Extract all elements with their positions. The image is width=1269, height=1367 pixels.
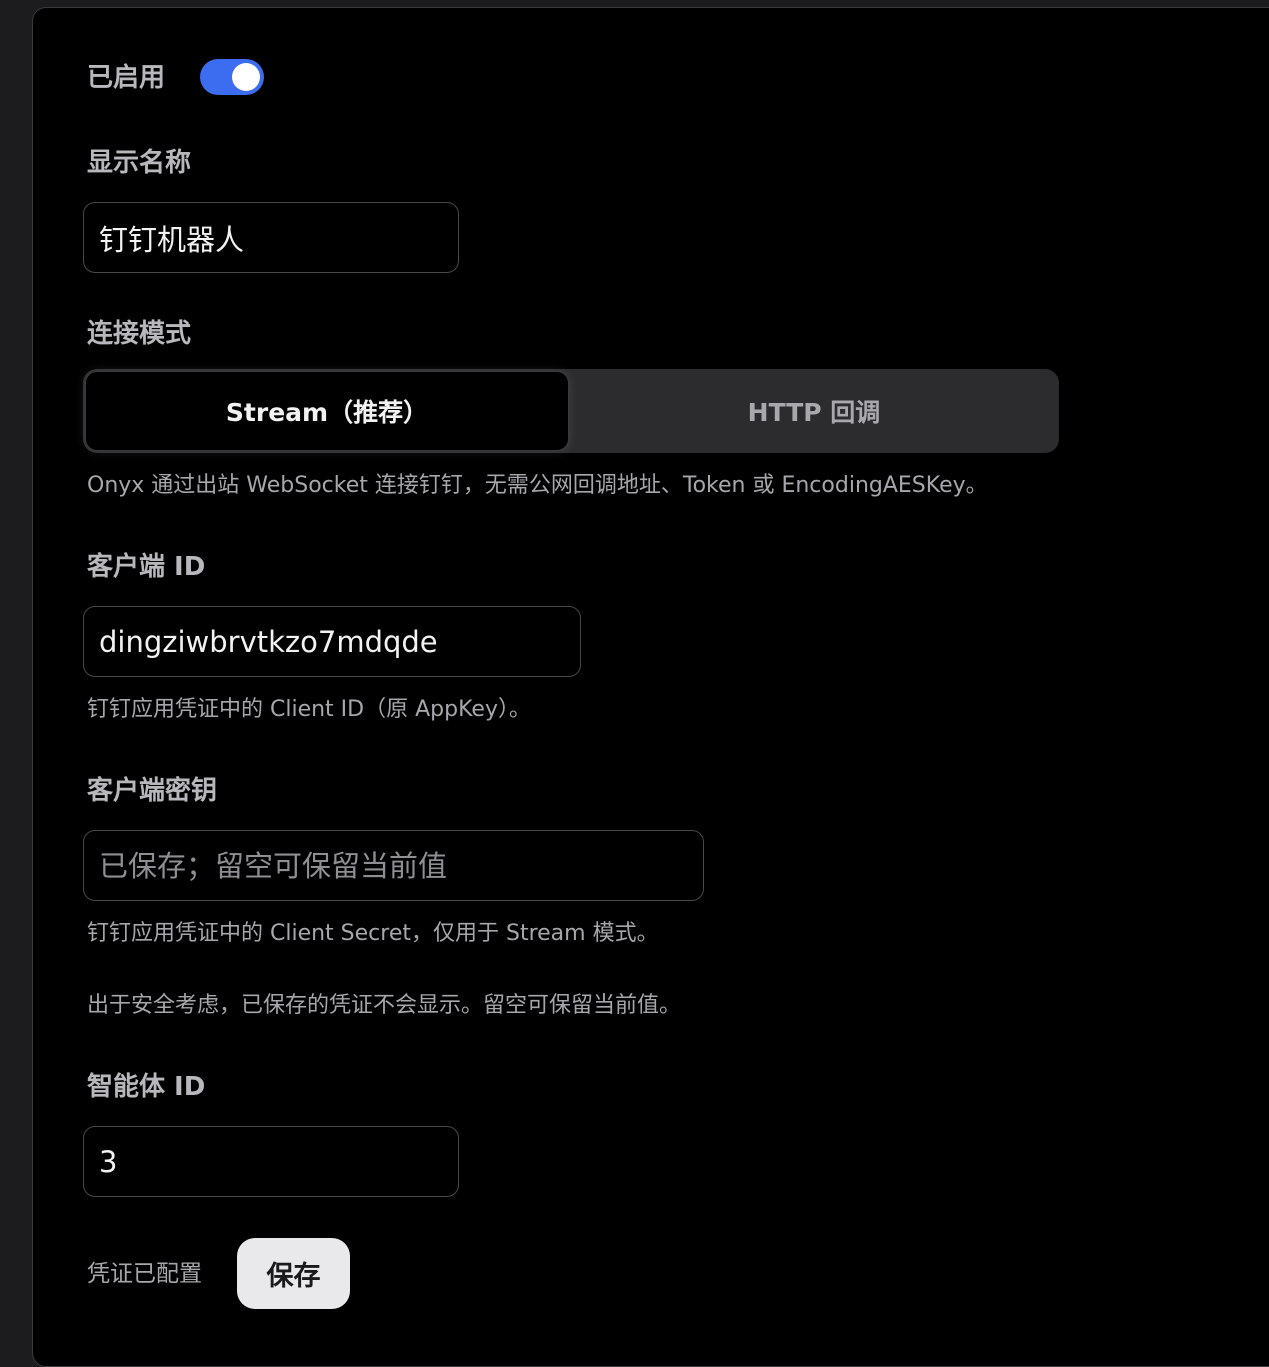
client-id-label: 客户端 ID <box>87 552 206 582</box>
connection-mode-segmented-control: Stream（推荐） HTTP 回调 <box>83 369 1059 453</box>
client-secret-help: 钉钉应用凭证中的 Client Secret，仅用于 Stream 模式。 <box>87 921 659 946</box>
agent-id-label: 智能体 ID <box>87 1072 206 1102</box>
display-name-label: 显示名称 <box>87 148 192 178</box>
mode-option-stream[interactable]: Stream（推荐） <box>85 371 569 451</box>
client-secret-input[interactable] <box>83 830 704 901</box>
connection-mode-help: Onyx 通过出站 WebSocket 连接钉钉，无需公网回调地址、Token … <box>87 473 988 498</box>
enabled-toggle[interactable] <box>200 59 264 95</box>
display-name-input[interactable] <box>83 202 459 273</box>
toggle-knob <box>232 63 260 91</box>
client-id-help: 钉钉应用凭证中的 Client ID（原 AppKey）。 <box>87 697 531 722</box>
credentials-status: 凭证已配置 <box>87 1261 202 1287</box>
settings-panel: 已启用 显示名称 连接模式 Stream（推荐） HTTP 回调 Onyx 通过… <box>32 7 1269 1367</box>
client-secret-label: 客户端密钥 <box>87 776 218 806</box>
enabled-label: 已启用 <box>87 63 166 93</box>
mode-option-http-callback[interactable]: HTTP 回调 <box>571 371 1057 451</box>
agent-id-input[interactable] <box>83 1126 459 1197</box>
client-id-input[interactable] <box>83 606 581 677</box>
save-button[interactable]: 保存 <box>237 1238 350 1309</box>
credentials-security-note: 出于安全考虑，已保存的凭证不会显示。留空可保留当前值。 <box>87 993 682 1018</box>
connection-mode-label: 连接模式 <box>87 319 192 349</box>
